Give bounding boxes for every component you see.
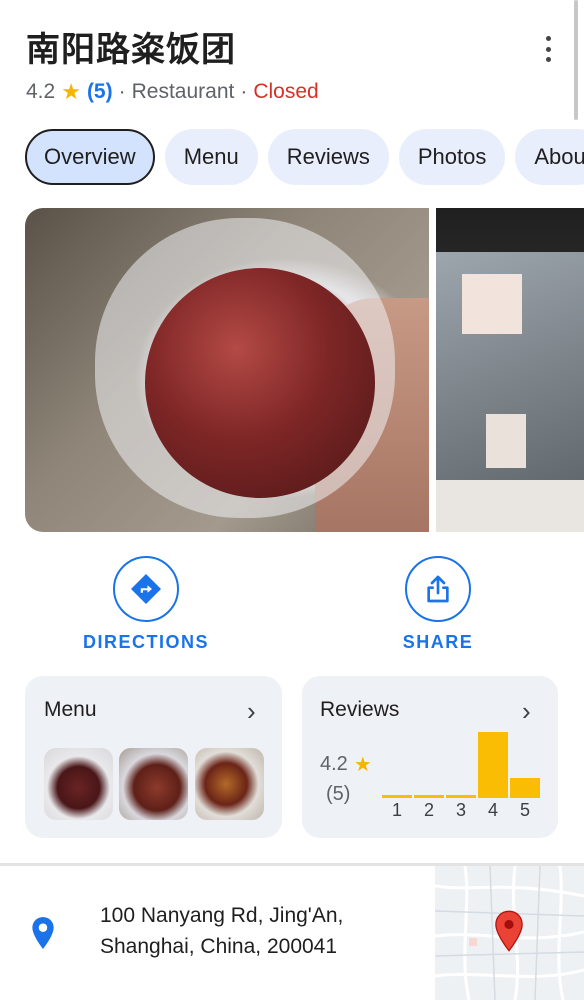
separator: · [118,80,126,103]
reviews-rating-value: 4.2 [320,753,348,775]
tab-overview[interactable]: Overview [25,129,155,185]
photo-poster [486,414,526,468]
reviews-card-heading: Reviews [320,698,400,721]
directions-label: DIRECTIONS [82,632,209,652]
menu-card-heading: Menu [44,698,97,721]
rating-bar-2 [414,795,444,798]
share-label: SHARE [402,632,474,652]
rating-bar-5 [510,778,540,798]
menu-photo[interactable] [195,748,264,820]
rating-bar-label: 4 [487,800,498,820]
photo-rice-ball [145,268,375,498]
rating-bar-3 [446,795,476,798]
place-meta: 4.2 ★ (5) · Restaurant · Closed [26,79,319,105]
tab-menu[interactable]: Menu [164,129,258,185]
rating-value: 4.2 [26,80,56,103]
share-button[interactable]: SHARE [353,556,523,653]
rating-bar-label: 2 [423,800,434,820]
photo-frame [436,480,584,532]
tab-about[interactable]: Abou [515,129,584,185]
address-line-2: Shanghai, China, 200041 [100,935,338,958]
place-category: Restaurant [131,80,235,103]
menu-card[interactable]: Menu › [25,676,282,838]
star-icon: ★ [61,79,81,104]
tab-photos[interactable]: Photos [398,129,506,185]
reviews-card[interactable]: Reviews › 4.2 ★ (5) 1 2 3 4 5 [302,676,558,838]
chevron-right-icon[interactable]: › [247,698,256,724]
star-icon: ★ [353,754,372,776]
place-title: 南阳路粢饭团 [26,30,236,70]
rating-bar-label: 1 [391,800,402,820]
directions-button[interactable]: DIRECTIONS [61,556,231,653]
share-icon [405,556,471,622]
secondary-photo[interactable] [436,208,584,532]
menu-photo[interactable] [44,748,113,820]
rating-distribution-chart: 1 2 3 4 5 [382,732,542,820]
rating-bar-label: 5 [519,800,530,820]
map-marker-icon [495,910,523,952]
separator: · [240,80,248,103]
open-status: Closed [253,80,319,103]
rating-bar-label: 3 [455,800,466,820]
address-line-1: 100 Nanyang Rd, Jing'An, [100,904,344,927]
reviews-count: (5) [326,783,351,805]
location-pin-icon [30,916,56,955]
rating-bar-1 [382,795,412,798]
photo-poster [462,274,522,334]
review-count-link[interactable]: (5) [87,80,113,104]
menu-photo[interactable] [119,748,188,820]
chevron-right-icon[interactable]: › [522,698,531,724]
rating-bar-4 [478,732,508,798]
tab-bar: Overview Menu Reviews Photos Abou [25,129,584,185]
map-thumbnail[interactable] [435,866,584,1000]
main-photo[interactable] [25,208,429,532]
scrollbar[interactable] [574,0,578,120]
address[interactable]: 100 Nanyang Rd, Jing'An, Shanghai, China… [100,900,343,962]
directions-icon [113,556,179,622]
tab-reviews[interactable]: Reviews [267,129,389,185]
reviews-rating: 4.2 ★ [320,752,372,777]
more-vert-icon[interactable] [536,36,560,62]
